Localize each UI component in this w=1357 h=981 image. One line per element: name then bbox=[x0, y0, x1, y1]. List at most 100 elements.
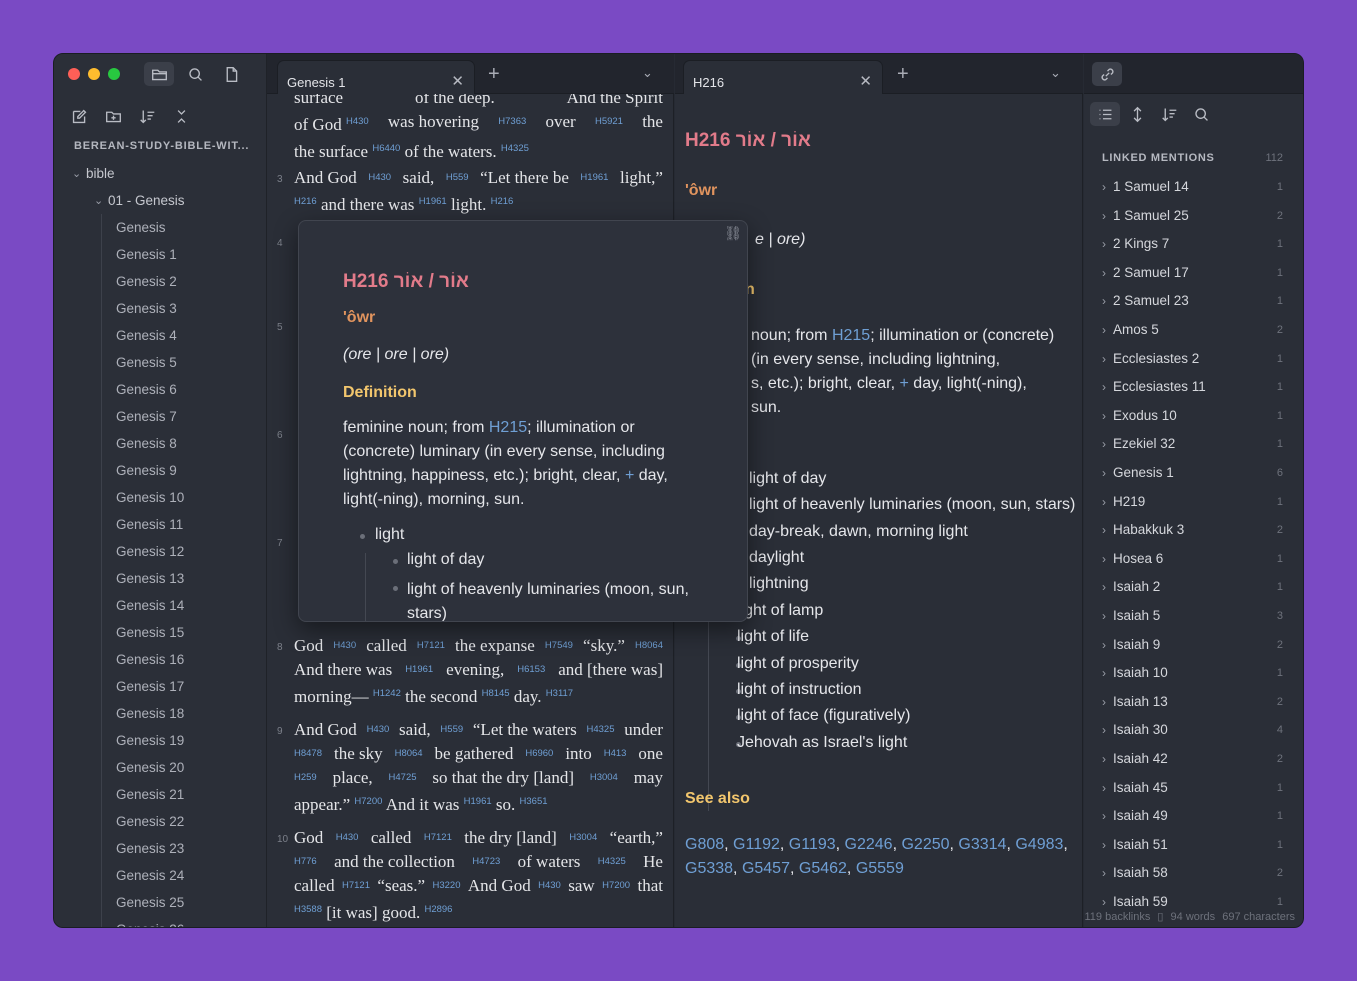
sort-button[interactable] bbox=[132, 104, 162, 128]
backlink-count[interactable]: 119 backlinks bbox=[1085, 911, 1151, 923]
file-item[interactable]: Genesis 7 bbox=[54, 403, 266, 430]
new-note-button[interactable] bbox=[64, 104, 94, 128]
mention-item[interactable]: › 2 Samuel 23 1 bbox=[1102, 293, 1283, 321]
see-also-link[interactable]: G808 bbox=[685, 836, 724, 853]
file-label: Genesis 4 bbox=[116, 328, 177, 343]
see-also-link[interactable]: G2246 bbox=[845, 836, 893, 853]
close-tab-icon[interactable]: ✕ bbox=[859, 72, 872, 90]
mention-item[interactable]: › 1 Samuel 14 1 bbox=[1102, 179, 1283, 207]
file-item[interactable]: Genesis 15 bbox=[54, 619, 266, 646]
tab-genesis-1[interactable]: Genesis 1 ✕ bbox=[277, 60, 475, 94]
new-tab-button[interactable]: + bbox=[488, 63, 500, 86]
mention-item[interactable]: › Isaiah 9 2 bbox=[1102, 637, 1283, 665]
h215-link[interactable]: H215 bbox=[489, 419, 527, 436]
search-view-button[interactable] bbox=[180, 62, 210, 86]
h215-link[interactable]: H215 bbox=[832, 327, 870, 344]
mention-item[interactable]: › 2 Kings 7 1 bbox=[1102, 236, 1283, 264]
see-also-link[interactable]: G1192 bbox=[733, 836, 780, 853]
collapse-all-button[interactable] bbox=[166, 104, 196, 128]
mention-item[interactable]: › Ezekiel 32 1 bbox=[1102, 436, 1283, 464]
mention-item[interactable]: › Isaiah 30 4 bbox=[1102, 722, 1283, 750]
search-button[interactable] bbox=[1186, 102, 1216, 126]
file-item[interactable]: Genesis 4 bbox=[54, 322, 266, 349]
file-item[interactable]: Genesis 16 bbox=[54, 646, 266, 673]
backlinks-view-button[interactable] bbox=[1092, 62, 1122, 86]
mention-item[interactable]: › Hosea 6 1 bbox=[1102, 551, 1283, 579]
folder-genesis[interactable]: ⌄ 01 - Genesis bbox=[54, 187, 266, 214]
file-item[interactable]: Genesis 10 bbox=[54, 484, 266, 511]
file-item[interactable]: Genesis 3 bbox=[54, 295, 266, 322]
link-icon[interactable]: ⛓ bbox=[724, 225, 742, 242]
new-tab-button[interactable]: + bbox=[897, 63, 909, 86]
file-item[interactable]: Genesis bbox=[54, 214, 266, 241]
file-item[interactable]: Genesis 18 bbox=[54, 700, 266, 727]
file-item[interactable]: Genesis 23 bbox=[54, 835, 266, 862]
mention-item[interactable]: › Isaiah 51 1 bbox=[1102, 837, 1283, 865]
mention-item[interactable]: › Isaiah 49 1 bbox=[1102, 808, 1283, 836]
mention-item[interactable]: › 2 Samuel 17 1 bbox=[1102, 265, 1283, 293]
file-item[interactable]: Genesis 19 bbox=[54, 727, 266, 754]
see-also-link[interactable]: G5457 bbox=[742, 860, 790, 877]
file-item[interactable]: Genesis 20 bbox=[54, 754, 266, 781]
file-item[interactable]: Genesis 2 bbox=[54, 268, 266, 295]
tab-list-dropdown[interactable]: ⌄ bbox=[642, 65, 653, 81]
chevron-right-icon: › bbox=[1102, 809, 1106, 824]
see-also-link[interactable]: G5338 bbox=[685, 860, 733, 877]
meaning-item: daylight bbox=[749, 549, 805, 566]
mention-item[interactable]: › Amos 5 2 bbox=[1102, 322, 1283, 350]
mention-item[interactable]: › Exodus 10 1 bbox=[1102, 408, 1283, 436]
file-label: Genesis 6 bbox=[116, 382, 177, 397]
new-folder-button[interactable] bbox=[98, 104, 128, 128]
tab-list-dropdown[interactable]: ⌄ bbox=[1050, 65, 1061, 81]
list-view-button[interactable] bbox=[1090, 102, 1120, 126]
file-item[interactable]: Genesis 8 bbox=[54, 430, 266, 457]
file-item[interactable]: Genesis 11 bbox=[54, 511, 266, 538]
mention-item[interactable]: › Isaiah 42 2 bbox=[1102, 751, 1283, 779]
see-also-link[interactable]: G5462 bbox=[799, 860, 847, 877]
see-also-link[interactable]: G4983 bbox=[1015, 836, 1063, 853]
sort-button[interactable] bbox=[1154, 102, 1184, 126]
mention-item[interactable]: › 1 Samuel 25 2 bbox=[1102, 208, 1283, 236]
files-view-button[interactable] bbox=[144, 62, 174, 86]
file-item[interactable]: Genesis 26 bbox=[54, 916, 266, 927]
tab-h216[interactable]: H216 ✕ bbox=[683, 60, 883, 94]
vault-name[interactable]: BEREAN-STUDY-BIBLE-WIT... bbox=[74, 140, 249, 152]
file-item[interactable]: Genesis 12 bbox=[54, 538, 266, 565]
file-item[interactable]: Genesis 22 bbox=[54, 808, 266, 835]
bookmarks-view-button[interactable] bbox=[216, 62, 246, 86]
mention-item[interactable]: › Isaiah 10 1 bbox=[1102, 665, 1283, 693]
close-tab-icon[interactable]: ✕ bbox=[451, 72, 464, 90]
see-also-link[interactable]: G1193 bbox=[789, 836, 836, 853]
mention-item[interactable]: › Habakkuk 3 2 bbox=[1102, 522, 1283, 550]
mention-item[interactable]: › Isaiah 58 2 bbox=[1102, 865, 1283, 893]
mention-item[interactable]: › Ecclesiastes 11 1 bbox=[1102, 379, 1283, 407]
mention-item[interactable]: › Isaiah 13 2 bbox=[1102, 694, 1283, 722]
file-item[interactable]: Genesis 13 bbox=[54, 565, 266, 592]
chevron-right-icon: › bbox=[1102, 637, 1106, 652]
mention-item[interactable]: › H219 1 bbox=[1102, 494, 1283, 522]
expand-button[interactable] bbox=[1122, 102, 1152, 126]
file-item[interactable]: Genesis 17 bbox=[54, 673, 266, 700]
see-also-link[interactable]: G3314 bbox=[958, 836, 1006, 853]
mention-item[interactable]: › Isaiah 45 1 bbox=[1102, 780, 1283, 808]
file-item[interactable]: Genesis 9 bbox=[54, 457, 266, 484]
file-item[interactable]: Genesis 6 bbox=[54, 376, 266, 403]
see-also-link[interactable]: G2250 bbox=[901, 836, 949, 853]
mention-item[interactable]: › Ecclesiastes 2 1 bbox=[1102, 351, 1283, 379]
maximize-window-button[interactable] bbox=[108, 68, 120, 80]
file-item[interactable]: Genesis 24 bbox=[54, 862, 266, 889]
file-item[interactable]: Genesis 5 bbox=[54, 349, 266, 376]
folder-bible[interactable]: ⌄ bible bbox=[54, 160, 266, 187]
minimize-window-button[interactable] bbox=[88, 68, 100, 80]
mention-count: 1 bbox=[1276, 838, 1283, 851]
chevron-right-icon: › bbox=[1102, 580, 1106, 595]
mention-item[interactable]: › Isaiah 2 1 bbox=[1102, 579, 1283, 607]
see-also-link[interactable]: G5559 bbox=[856, 860, 904, 877]
mention-item[interactable]: › Genesis 1 6 bbox=[1102, 465, 1283, 493]
file-item[interactable]: Genesis 21 bbox=[54, 781, 266, 808]
close-window-button[interactable] bbox=[68, 68, 80, 80]
file-item[interactable]: Genesis 25 bbox=[54, 889, 266, 916]
mention-item[interactable]: › Isaiah 5 3 bbox=[1102, 608, 1283, 636]
file-item[interactable]: Genesis 1 bbox=[54, 241, 266, 268]
file-item[interactable]: Genesis 14 bbox=[54, 592, 266, 619]
